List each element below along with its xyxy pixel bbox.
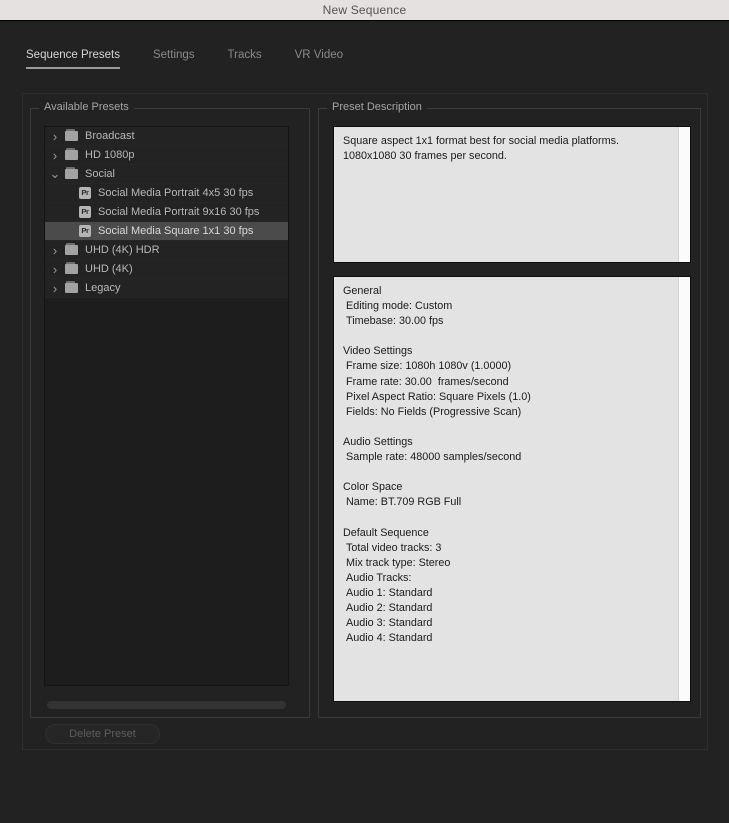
preset-settings-text: General Editing mode: Custom Timebase: 3… [343,284,675,646]
chevron-right-icon[interactable]: › [45,244,65,257]
folder-icon [65,245,78,255]
window-title: New Sequence [323,3,407,17]
tree-row[interactable]: › Broadcast [45,127,288,146]
folder-icon [65,150,78,160]
tree-row-label: UHD (4K) [85,263,133,275]
chevron-right-icon[interactable]: › [45,149,65,162]
chevron-down-icon[interactable]: ⌄ [45,171,65,177]
tree-row[interactable]: › HD 1080p [45,146,288,165]
tree-row-label: Broadcast [85,130,135,142]
preset-tree[interactable]: › Broadcast › HD 1080p ⌄ Social Pr Social Media… [44,126,289,686]
settings-vertical-scrollbar[interactable] [678,277,690,701]
tree-row-label: Legacy [85,282,120,294]
tree-row-label: HD 1080p [85,149,135,161]
tree-row-label: UHD (4K) HDR [85,244,160,256]
tab-settings[interactable]: Settings [153,49,195,69]
description-vertical-scrollbar[interactable] [678,127,690,262]
preset-settings-box: General Editing mode: Custom Timebase: 3… [333,276,691,702]
tree-row[interactable]: › Legacy [45,279,288,298]
tree-row[interactable]: › UHD (4K) HDR [45,241,288,260]
available-presets-group: Available Presets ›Broadcast›HD 1080p⌄So… [30,108,310,718]
dialog-content-region: Available Presets › Broadcast › HD 1080p ⌄ So… [22,93,708,750]
tree-row[interactable]: ⌄ Social [45,165,288,184]
premiere-preset-icon: Pr [79,206,91,218]
delete-preset-button[interactable]: Delete Preset [45,724,160,744]
chevron-right-icon[interactable]: › [45,282,65,295]
tree-row-label: Social Media Square 1x1 30 fps [98,225,253,237]
tree-row-label: Social [85,168,115,180]
tree-row[interactable]: Pr Social Media Square 1x1 30 fps [45,222,288,241]
preset-description-box: Square aspect 1x1 format best for social… [333,126,691,263]
chevron-right-icon[interactable]: › [45,130,65,143]
folder-icon [65,283,78,293]
folder-icon [65,264,78,274]
preset-description-legend: Preset Description [327,101,427,113]
tab-tracks[interactable]: Tracks [228,49,262,69]
premiere-preset-icon: Pr [79,225,91,237]
tab-sequence-presets[interactable]: Sequence Presets [26,49,120,69]
tree-row[interactable]: Pr Social Media Portrait 9x16 30 fps [45,203,288,222]
chevron-right-icon[interactable]: › [45,263,65,276]
dialog-footer: Sequence Name: Cancel OK [0,752,729,823]
tree-row-label: Social Media Portrait 4x5 30 fps [98,187,253,199]
tree-row[interactable]: Pr Social Media Portrait 4x5 30 fps [45,184,288,203]
tree-row[interactable]: › UHD (4K) [45,260,288,279]
folder-icon [65,169,78,179]
premiere-preset-icon: Pr [79,187,91,199]
scrollbar-thumb[interactable] [47,701,286,709]
available-presets-legend: Available Presets [39,101,134,113]
preset-description-group: Preset Description Square aspect 1x1 for… [318,108,701,718]
preset-description-text: Square aspect 1x1 format best for social… [343,134,675,164]
tab-vr-video[interactable]: VR Video [295,49,343,69]
preset-tree-horizontal-scrollbar[interactable] [47,701,286,709]
window-titlebar: New Sequence [0,0,729,21]
tab-bar: Sequence Presets Settings Tracks VR Video [0,21,729,69]
new-sequence-dialog: Sequence Presets Settings Tracks VR Video A… [0,21,729,822]
folder-icon [65,131,78,141]
tree-row-label: Social Media Portrait 9x16 30 fps [98,206,259,218]
